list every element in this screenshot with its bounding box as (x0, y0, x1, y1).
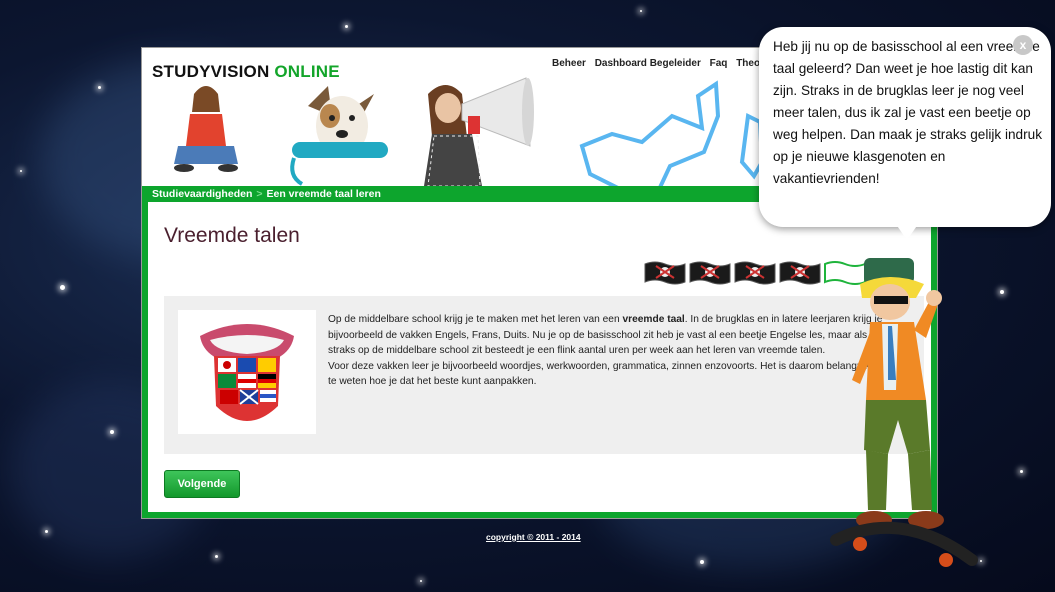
info-box: Op de middelbare school krijg je te make… (164, 296, 924, 454)
flag-complete-icon (734, 261, 776, 285)
next-button[interactable]: Volgende (164, 470, 240, 498)
dog-phone-illustration (290, 86, 388, 186)
speech-bubble-text: Heb jij nu op de basisschool al een vree… (773, 39, 1042, 186)
close-icon[interactable]: x (1013, 35, 1033, 55)
breadcrumb-current[interactable]: Een vreemde taal leren (267, 188, 381, 200)
breadcrumb-studievaardigheden[interactable]: Studievaardigheden (152, 188, 252, 200)
flag-complete-icon (644, 261, 686, 285)
skater-mascot-illustration (830, 258, 978, 567)
nav-faq[interactable]: Faq (710, 58, 728, 69)
page-title: Vreemde talen (164, 224, 300, 247)
content-area: Vreemde talen Op de middelbare school kr… (142, 202, 937, 518)
speech-bubble: Heb jij nu op de basisschool al een vree… (759, 27, 1051, 227)
map-outline-illustration (579, 80, 721, 186)
lesson-text: Op de middelbare school krijg je te make… (328, 314, 887, 388)
speech-bubble-tail (893, 220, 921, 240)
woman-megaphone-illustration (424, 77, 534, 186)
nav-dashboard-begeleider[interactable]: Dashboard Begeleider (595, 58, 701, 69)
copyright-link[interactable]: copyright © 2011 - 2014 (486, 532, 581, 542)
girl-reading-illustration (174, 86, 238, 172)
foreign-language-image (178, 310, 316, 434)
flag-complete-icon (779, 261, 821, 285)
mouth-flags-illustration (200, 324, 294, 421)
nav-beheer[interactable]: Beheer (552, 58, 586, 69)
breadcrumb-separator: > (256, 188, 263, 200)
top-navigation: Beheer Dashboard Begeleider Faq Theor (552, 58, 770, 69)
flag-complete-icon (689, 261, 731, 285)
